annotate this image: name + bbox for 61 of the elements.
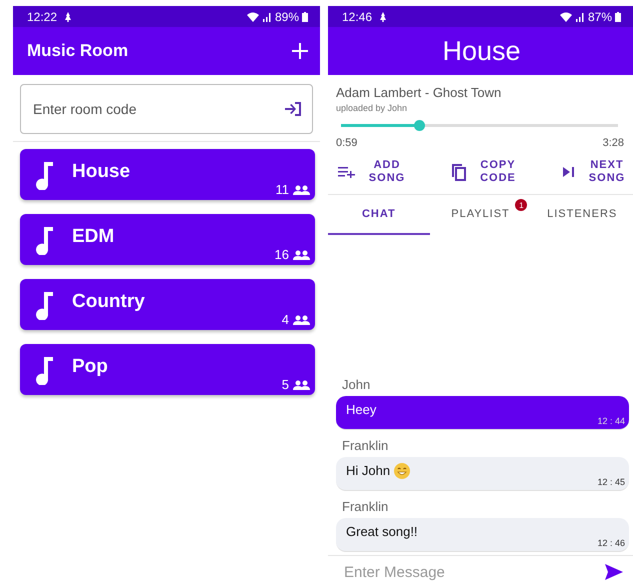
listener-count: 11: [276, 182, 289, 197]
people-icon: [293, 314, 310, 324]
message-text: Heey: [346, 402, 376, 417]
battery-icon: [302, 12, 308, 22]
room-name: EDM: [72, 226, 114, 248]
message-time: 12 : 46: [597, 538, 625, 548]
app-title: Music Room: [27, 41, 128, 61]
wifi-icon: [560, 12, 572, 22]
people-icon: [293, 184, 310, 194]
people-icon: [293, 250, 310, 260]
wifi-icon: [246, 12, 259, 22]
room-title: House: [442, 36, 521, 66]
room-card[interactable]: House 11: [20, 149, 315, 200]
tab[interactable]: LISTENERS: [531, 195, 633, 235]
sender-name: Franklin: [341, 498, 390, 516]
status-time: 12:22: [27, 10, 58, 24]
sender-name: John: [341, 376, 372, 394]
action-button[interactable]: ADD SONG: [338, 156, 407, 188]
queue-add-icon: [338, 166, 355, 178]
status-time: 12:46: [342, 10, 372, 24]
elapsed-time: 0:59: [336, 137, 358, 149]
room-card[interactable]: Pop 5: [20, 344, 315, 395]
battery-icon: [615, 12, 621, 22]
people-icon: [293, 380, 310, 390]
listener-count: 4: [282, 312, 289, 327]
duration-time: 3:28: [602, 137, 624, 149]
signal-icon: [574, 12, 585, 22]
enter-icon: [285, 102, 301, 116]
action-button[interactable]: NEXT SONG: [563, 156, 627, 188]
tab[interactable]: PLAYLIST 1: [430, 195, 532, 235]
action-button[interactable]: COPY CODE: [452, 156, 518, 188]
listener-count: 5: [282, 377, 289, 392]
room-card[interactable]: EDM 16: [20, 214, 315, 265]
add-button[interactable]: [292, 43, 308, 59]
message-time: 12 : 45: [597, 477, 625, 487]
listener-count: 16: [274, 247, 289, 262]
message-text: Great song!!: [346, 524, 418, 539]
message-time: 12 : 44: [597, 416, 625, 426]
send-icon: [605, 564, 623, 580]
signal-icon: [262, 12, 272, 22]
room-name: House: [72, 160, 130, 182]
uploader-text: uploaded by John: [336, 103, 408, 113]
message-text: Hi John: [346, 463, 390, 478]
notification-badge: 1: [515, 199, 528, 211]
room-name: Country: [72, 290, 145, 312]
battery-level: 89%: [274, 10, 299, 24]
notification-icon: [379, 12, 388, 22]
room-code-field[interactable]: Enter room code: [20, 84, 313, 134]
notification-icon: [64, 12, 72, 22]
song-title: Adam Lambert - Ghost Town: [336, 85, 502, 100]
plus-icon: [292, 43, 308, 59]
room-card[interactable]: Country 4: [20, 279, 315, 330]
room-name: Pop: [72, 356, 108, 378]
smiley-icon: [394, 462, 410, 478]
battery-level: 87%: [588, 10, 612, 24]
skip-next-icon: [563, 167, 575, 177]
tab[interactable]: CHAT: [328, 195, 430, 235]
send-button[interactable]: [605, 564, 623, 580]
message-field[interactable]: Enter Message: [342, 562, 605, 582]
copy-icon: [452, 164, 466, 180]
sender-name: Franklin: [341, 437, 390, 455]
